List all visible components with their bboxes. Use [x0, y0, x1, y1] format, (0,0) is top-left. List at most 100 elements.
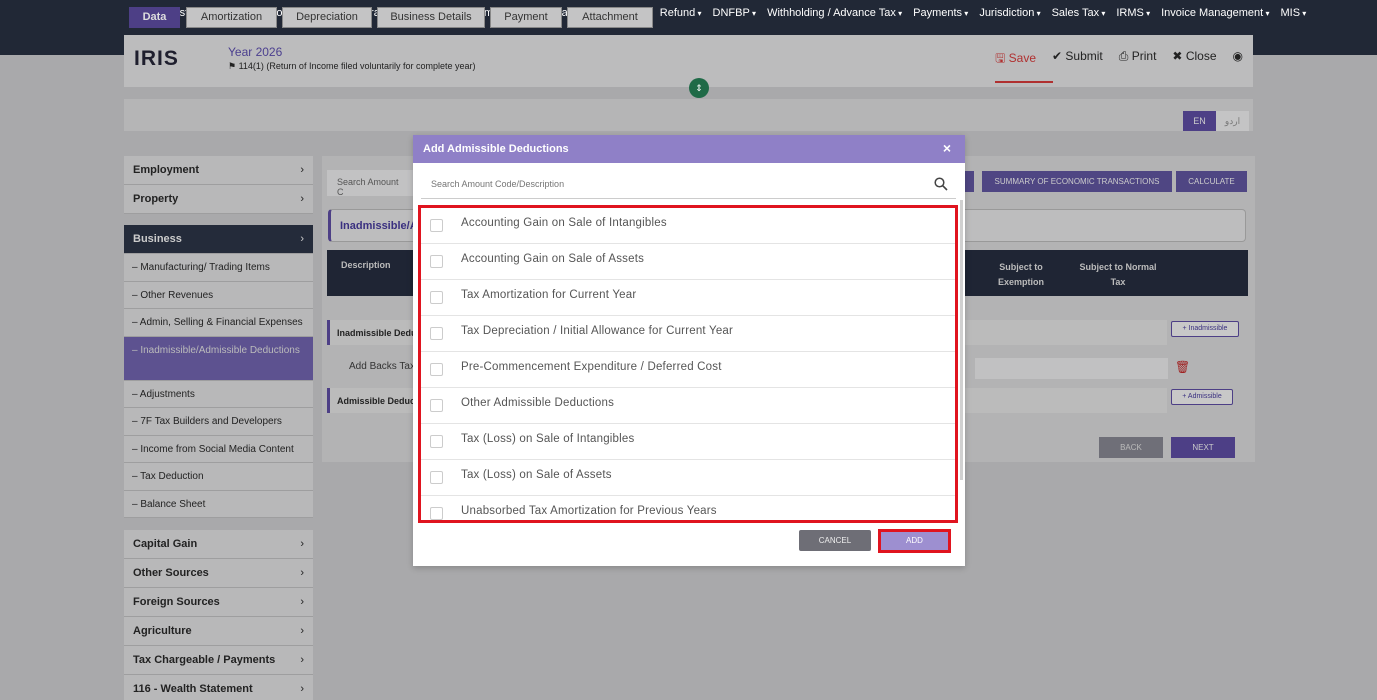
sidebar-item-capital-gain[interactable]: Capital Gain › [124, 530, 313, 559]
sidebar-item-wealth-statement[interactable]: 116 - Wealth Statement › [124, 675, 313, 700]
tab-attachment[interactable]: Attachment [567, 7, 653, 28]
next-button[interactable]: NEXT [1171, 437, 1235, 458]
sidebar-item-label: Employment [133, 164, 200, 176]
save-button[interactable]: 🖫 Save [995, 49, 1054, 83]
sidebar-subitem[interactable]: – Manufacturing/ Trading Items [124, 254, 313, 282]
submit-label: Submit [1065, 49, 1103, 63]
item-label: Pre-Commencement Expenditure / Deferred … [461, 361, 722, 373]
tab-data[interactable]: Data [129, 7, 180, 28]
lang-ur-button[interactable]: اردو [1216, 111, 1249, 131]
item-checkbox[interactable] [430, 507, 443, 520]
sidebar-item-property[interactable]: Property › [124, 185, 313, 214]
cancel-button[interactable]: CANCEL [799, 530, 871, 551]
list-item[interactable]: Pre-Commencement Expenditure / Deferred … [421, 352, 955, 388]
item-checkbox[interactable] [430, 363, 443, 376]
item-label: Accounting Gain on Sale of Assets [461, 253, 645, 265]
nav-menu-item[interactable]: Withholding / Advance Tax [767, 7, 902, 19]
search-icon[interactable] [934, 177, 948, 191]
amount-search-input[interactable]: Search Amount C [327, 170, 417, 197]
sidebar-item-business[interactable]: Business › [124, 225, 313, 254]
add-button[interactable]: ADD [881, 532, 948, 550]
nav-menu-item[interactable]: MIS [1280, 7, 1306, 19]
user-icon[interactable]: ◉ [1233, 49, 1243, 70]
sidebar-top: Employment › Property › [124, 156, 313, 214]
item-checkbox[interactable] [430, 327, 443, 340]
sidebar-subitem[interactable]: – Other Revenues [124, 282, 313, 309]
save-label: Save [1008, 51, 1037, 65]
sidebar-item-label: Tax Chargeable / Payments [133, 654, 276, 666]
list-scrollbar[interactable] [960, 200, 963, 480]
tab-payment[interactable]: Payment [490, 7, 562, 28]
item-checkbox[interactable] [430, 435, 443, 448]
chevron-right-icon: › [300, 193, 304, 205]
col-description: Description [341, 260, 391, 270]
sidebar-item-tax-chargeable[interactable]: Tax Chargeable / Payments › [124, 646, 313, 675]
tab-amortization[interactable]: Amortization [186, 7, 277, 28]
tab-depreciation[interactable]: Depreciation [282, 7, 372, 28]
list-item[interactable]: Accounting Gain on Sale of Assets [421, 244, 955, 280]
chevron-right-icon: › [300, 596, 304, 608]
list-item[interactable]: Unabsorbed Tax Amortization for Previous… [421, 496, 955, 520]
sidebar-item-employment[interactable]: Employment › [124, 156, 313, 185]
sidebar-item-other-sources[interactable]: Other Sources › [124, 559, 313, 588]
nav-menu-item[interactable]: DNFBP [713, 7, 757, 19]
sidebar-subitem[interactable]: – Adjustments [124, 381, 313, 408]
sidebar-subitem[interactable]: – Balance Sheet [124, 491, 313, 518]
modal-search-input[interactable] [421, 171, 901, 197]
chevron-right-icon: › [300, 683, 304, 695]
sidebar-item-agriculture[interactable]: Agriculture › [124, 617, 313, 646]
sidebar-subitem[interactable]: – 7F Tax Builders and Developers [124, 408, 313, 436]
sidebar-item-label: Business [133, 233, 182, 245]
sidebar-item-foreign-sources[interactable]: Foreign Sources › [124, 588, 313, 617]
lang-en-button[interactable]: EN [1183, 111, 1216, 131]
header-actions: 🖫 Save ✔ Submit ⎙ Print ✖ Close ◉ [995, 49, 1243, 83]
item-checkbox[interactable] [430, 399, 443, 412]
item-checkbox[interactable] [430, 471, 443, 484]
sidebar-item-label: Property [133, 193, 179, 205]
return-header: IRIS Year 2026 ⚑ 114(1) (Return of Incom… [124, 35, 1253, 87]
sidebar-subitem-active[interactable]: – Inadmissible/Admissible Deductions [124, 336, 313, 381]
item-label: Tax (Loss) on Sale of Intangibles [461, 433, 635, 445]
sidebar-item-label: Foreign Sources [133, 596, 220, 608]
delete-icon[interactable]: 🗑 [1175, 360, 1190, 374]
return-type: ⚑ 114(1) (Return of Income filed volunta… [228, 61, 476, 71]
return-type-label: 114(1) (Return of Income filed voluntari… [238, 61, 476, 71]
nav-menu-item[interactable]: Jurisdiction [979, 7, 1040, 19]
tab-business-details[interactable]: Business Details [377, 7, 485, 28]
add-button-highlight: ADD [878, 529, 951, 553]
list-item[interactable]: Other Admissible Deductions [421, 388, 955, 424]
list-item[interactable]: Tax (Loss) on Sale of Assets [421, 460, 955, 496]
add-admissible-button[interactable]: + Admissible [1171, 389, 1233, 405]
list-item[interactable]: Tax (Loss) on Sale of Intangibles [421, 424, 955, 460]
chevron-right-icon: › [300, 654, 304, 666]
add-inadmissible-button[interactable]: + Inadmissible [1171, 321, 1239, 337]
close-button[interactable]: ✖ Close [1172, 49, 1216, 70]
item-checkbox[interactable] [430, 291, 443, 304]
deductions-list: Accounting Gain on Sale of Intangibles Ac… [418, 205, 958, 523]
back-button[interactable]: BACK [1099, 437, 1163, 458]
item-label: Unabsorbed Tax Amortization for Previous… [461, 505, 717, 517]
nav-menu-item[interactable]: IRMS [1116, 7, 1150, 19]
item-checkbox[interactable] [430, 255, 443, 268]
list-item[interactable]: Tax Depreciation / Initial Allowance for… [421, 316, 955, 352]
item-label: Tax Amortization for Current Year [461, 289, 637, 301]
close-circle-icon: ✖ [1172, 49, 1183, 63]
submit-button[interactable]: ✔ Submit [1052, 49, 1103, 70]
collapse-toggle-icon[interactable]: ⇕ [689, 78, 709, 98]
list-item[interactable]: Tax Amortization for Current Year [421, 280, 955, 316]
print-button[interactable]: ⎙ Print [1119, 49, 1157, 70]
nav-menu-item[interactable]: Refund [660, 7, 702, 19]
summary-economic-transactions-button[interactable]: SUMMARY OF ECONOMIC TRANSACTIONS [982, 171, 1172, 192]
sidebar-subitem[interactable]: – Admin, Selling & Financial Expenses [124, 309, 313, 337]
close-icon[interactable]: × [943, 140, 951, 156]
item-checkbox[interactable] [430, 219, 443, 232]
addbacks-input[interactable] [975, 358, 1168, 379]
nav-menu-item[interactable]: Invoice Management [1161, 7, 1269, 19]
item-label: Other Admissible Deductions [461, 397, 615, 409]
list-item[interactable]: Accounting Gain on Sale of Intangibles [421, 208, 955, 244]
sidebar-subitem[interactable]: – Tax Deduction [124, 463, 313, 491]
calculate-button[interactable]: CALCULATE [1176, 171, 1247, 192]
sidebar-subitem[interactable]: – Income from Social Media Content [124, 436, 313, 463]
nav-menu-item[interactable]: Payments [913, 7, 968, 19]
nav-menu-item[interactable]: Sales Tax [1052, 7, 1106, 19]
